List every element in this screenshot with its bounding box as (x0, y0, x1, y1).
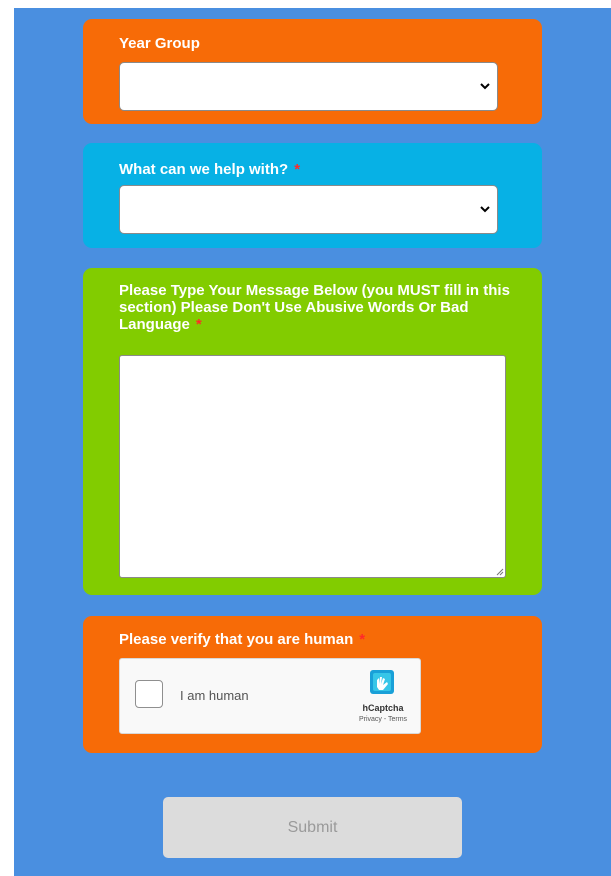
year-group-select[interactable] (119, 62, 498, 111)
verify-label-text: Please verify that you are human (119, 631, 354, 648)
hcaptcha-widget: I am human hCaptcha Privacy - Terms (119, 658, 421, 734)
help-with-label: What can we help with? * (119, 161, 512, 178)
message-label: Please Type Your Message Below (you MUST… (119, 282, 512, 333)
required-asterisk: * (359, 631, 366, 648)
verify-label: Please verify that you are human * (119, 631, 512, 648)
resize-handle-icon[interactable] (494, 566, 504, 576)
message-label-text: Please Type Your Message Below (you MUST… (119, 282, 510, 333)
required-asterisk: * (294, 161, 301, 178)
form-page: Year Group What can we help with? * Pleas… (14, 8, 611, 876)
chevron-down-icon (480, 206, 490, 213)
hcaptcha-brand: hCaptcha (362, 703, 404, 713)
year-group-label: Year Group (119, 35, 200, 52)
message-textarea[interactable] (119, 355, 506, 578)
hcaptcha-logo-icon (370, 670, 394, 694)
message-section: Please Type Your Message Below (you MUST… (83, 268, 542, 595)
help-with-select[interactable] (119, 185, 498, 234)
year-group-section: Year Group (83, 19, 542, 124)
captcha-checkbox[interactable] (135, 680, 163, 708)
help-with-section: What can we help with? * (83, 143, 542, 248)
verify-section: Please verify that you are human * I am h… (83, 616, 542, 753)
hcaptcha-links[interactable]: Privacy - Terms (348, 716, 418, 723)
help-with-label-text: What can we help with? (119, 161, 289, 178)
required-asterisk: * (195, 316, 202, 333)
submit-button[interactable]: Submit (163, 797, 462, 858)
chevron-down-icon (480, 83, 490, 90)
captcha-checkbox-label: I am human (180, 688, 249, 703)
